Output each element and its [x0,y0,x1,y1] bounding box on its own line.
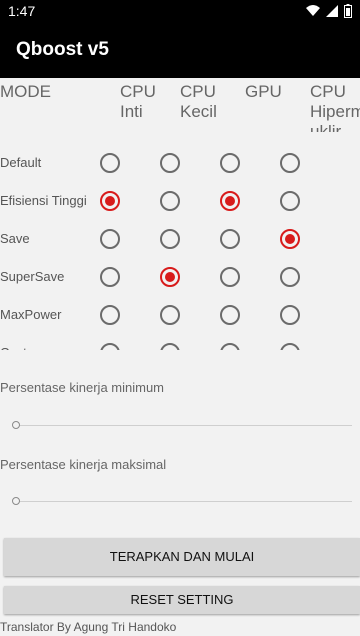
radio-cpu-kecil[interactable] [160,267,180,287]
radio-cpu-kecil[interactable] [160,229,180,249]
slider-track [18,425,352,426]
radio-gpu[interactable] [220,191,240,211]
mode-label: SuperSave [0,269,65,284]
mode-table: MODE CPU Inti CPU Kecil GPU CPU Hiperm u… [0,78,360,350]
wifi-icon [306,5,320,16]
header-cpu-inti: CPU Inti [120,82,156,121]
header-cpu-kecil: CPU Kecil [180,82,217,121]
radio-gpu[interactable] [220,267,240,287]
mode-label: Default [0,155,42,170]
radio-cpu-inti[interactable] [100,191,120,211]
radio-cpu-hipermuklir[interactable] [280,267,300,287]
radio-cpu-hipermuklir[interactable] [280,343,300,350]
min-performance-slider[interactable] [12,421,352,431]
apply-start-button[interactable]: TERAPKAN DAN MULAI [4,538,360,576]
status-time: 1:47 [8,3,36,19]
radio-gpu[interactable] [220,153,240,173]
mode-row-maxpower: MaxPower [0,296,360,334]
mode-row-custom: Custom [0,334,360,350]
header-gpu: GPU [245,82,282,101]
slider-track [18,501,352,502]
max-performance-slider[interactable] [12,497,352,507]
radio-cpu-kecil[interactable] [160,191,180,211]
radio-cpu-hipermuklir[interactable] [280,191,300,211]
radio-gpu[interactable] [220,343,240,350]
radio-cpu-inti[interactable] [100,305,120,325]
radio-cpu-kecil[interactable] [160,343,180,350]
mode-row-efisiensi-tinggi: Efisiensi Tinggi [0,182,360,220]
max-performance-label: Persentase kinerja maksimal [0,457,167,472]
mode-row-supersave: SuperSave [0,258,360,296]
radio-cpu-hipermuklir[interactable] [280,305,300,325]
min-performance-label: Persentase kinerja minimum [0,380,165,395]
translator-credit: Translator By Agung Tri Handoko [0,620,177,634]
radio-cpu-inti[interactable] [100,267,120,287]
slider-thumb[interactable] [12,497,20,505]
header-cpu-hipermuklir: CPU Hiperm uklir [310,82,360,132]
radio-cpu-hipermuklir[interactable] [280,153,300,173]
mode-row-default: Default [0,144,360,182]
battery-icon [344,4,352,18]
mode-row-save: Save [0,220,360,258]
radio-cpu-inti[interactable] [100,343,120,350]
mode-label: Efisiensi Tinggi [0,193,87,208]
header-mode: MODE [0,82,51,101]
app-bar: Qboost v5 [0,24,360,78]
status-bar: 1:47 [0,0,360,24]
radio-cpu-inti[interactable] [100,229,120,249]
app-title: Qboost v5 [16,39,109,60]
reset-setting-button[interactable]: RESET SETTING [4,586,360,614]
radio-gpu[interactable] [220,305,240,325]
signal-icon [326,5,338,17]
status-icons [306,4,352,18]
mode-label: Save [0,231,30,246]
mode-label: Custom [0,345,45,350]
radio-cpu-kecil[interactable] [160,153,180,173]
slider-thumb[interactable] [12,421,20,429]
radio-cpu-hipermuklir[interactable] [280,229,300,249]
radio-cpu-kecil[interactable] [160,305,180,325]
radio-cpu-inti[interactable] [100,153,120,173]
mode-label: MaxPower [0,307,62,322]
radio-gpu[interactable] [220,229,240,249]
